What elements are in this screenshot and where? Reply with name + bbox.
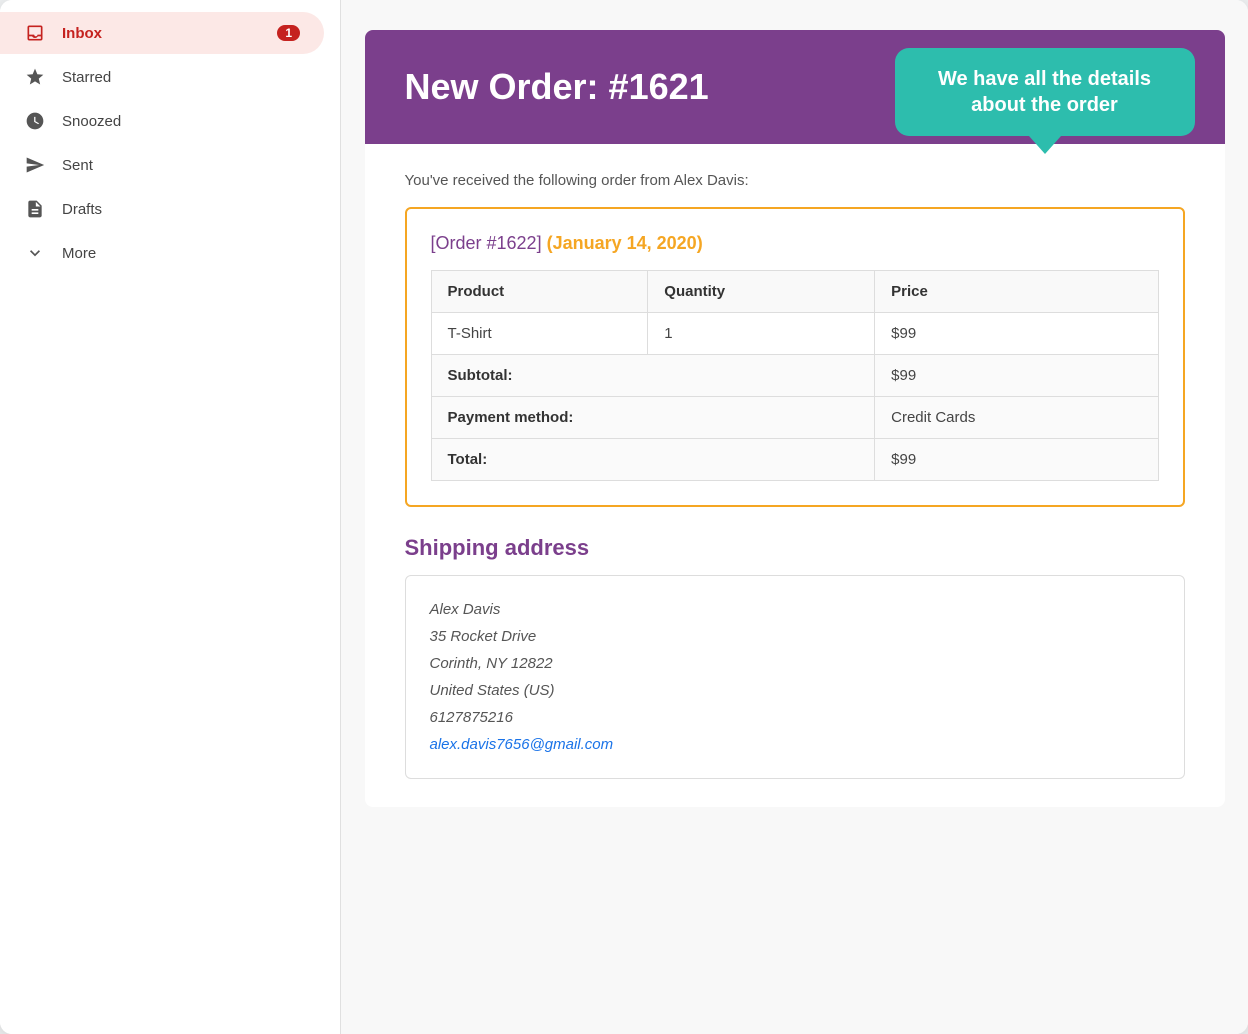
- subtotal-label: Subtotal:: [431, 355, 875, 397]
- email-header: New Order: #1621 We have all the details…: [365, 30, 1225, 144]
- email-container: New Order: #1621 We have all the details…: [365, 30, 1225, 807]
- subtotal-value: $99: [875, 355, 1158, 397]
- col-quantity: Quantity: [648, 271, 875, 313]
- inbox-icon: [24, 22, 46, 44]
- address-street: 35 Rocket Drive: [430, 623, 1160, 650]
- send-icon: [24, 154, 46, 176]
- col-product: Product: [431, 271, 648, 313]
- clock-icon: [24, 110, 46, 132]
- star-icon: [24, 66, 46, 88]
- sidebar-item-sent[interactable]: Sent: [0, 144, 324, 186]
- sidebar-item-drafts[interactable]: Drafts: [0, 188, 324, 230]
- col-price: Price: [875, 271, 1158, 313]
- cell-price: $99: [875, 313, 1158, 355]
- total-value: $99: [875, 439, 1158, 481]
- address-email[interactable]: alex.davis7656@gmail.com: [430, 736, 614, 753]
- sidebar-item-snoozed[interactable]: Snoozed: [0, 100, 324, 142]
- tooltip-text: We have all the details about the order: [938, 68, 1151, 116]
- payment-label: Payment method:: [431, 397, 875, 439]
- sidebar-item-inbox[interactable]: Inbox 1: [0, 12, 324, 54]
- payment-row: Payment method: Credit Cards: [431, 397, 1158, 439]
- cell-quantity: 1: [648, 313, 875, 355]
- address-box: Alex Davis 35 Rocket Drive Corinth, NY 1…: [405, 575, 1185, 779]
- address-country: United States (US): [430, 677, 1160, 704]
- address-name: Alex Davis: [430, 596, 1160, 623]
- shipping-section: Shipping address Alex Davis 35 Rocket Dr…: [405, 535, 1185, 779]
- table-row: T-Shirt 1 $99: [431, 313, 1158, 355]
- total-row: Total: $99: [431, 439, 1158, 481]
- sidebar-item-more-label: More: [62, 245, 96, 262]
- draft-icon: [24, 198, 46, 220]
- sidebar-item-sent-label: Sent: [62, 157, 93, 174]
- address-phone: 6127875216: [430, 704, 1160, 731]
- sidebar-item-drafts-label: Drafts: [62, 201, 102, 218]
- payment-value: Credit Cards: [875, 397, 1158, 439]
- sidebar: Inbox 1 Starred Snoozed Sent Draft: [0, 0, 340, 1034]
- address-city: Corinth, NY 12822: [430, 650, 1160, 677]
- main-content: New Order: #1621 We have all the details…: [340, 0, 1248, 1034]
- email-body: You've received the following order from…: [365, 144, 1225, 807]
- email-intro: You've received the following order from…: [405, 172, 1185, 189]
- address-email-container: alex.davis7656@gmail.com: [430, 731, 1160, 758]
- sidebar-item-more[interactable]: More: [0, 232, 324, 274]
- shipping-title: Shipping address: [405, 535, 1185, 561]
- order-date: (January 14, 2020): [547, 233, 703, 253]
- tooltip-bubble: We have all the details about the order: [895, 48, 1195, 136]
- inbox-badge: 1: [277, 25, 300, 41]
- order-link[interactable]: [Order #1622]: [431, 233, 542, 253]
- total-label: Total:: [431, 439, 875, 481]
- order-table: Product Quantity Price T-Shirt 1 $99: [431, 270, 1159, 481]
- subtotal-row: Subtotal: $99: [431, 355, 1158, 397]
- cell-product: T-Shirt: [431, 313, 648, 355]
- chevron-down-icon: [24, 242, 46, 264]
- sidebar-item-inbox-label: Inbox: [62, 25, 102, 42]
- order-box: [Order #1622] (January 14, 2020) Product…: [405, 207, 1185, 507]
- sidebar-item-snoozed-label: Snoozed: [62, 113, 121, 130]
- sidebar-item-starred[interactable]: Starred: [0, 56, 324, 98]
- sidebar-item-starred-label: Starred: [62, 69, 111, 86]
- order-title: [Order #1622] (January 14, 2020): [431, 233, 1159, 254]
